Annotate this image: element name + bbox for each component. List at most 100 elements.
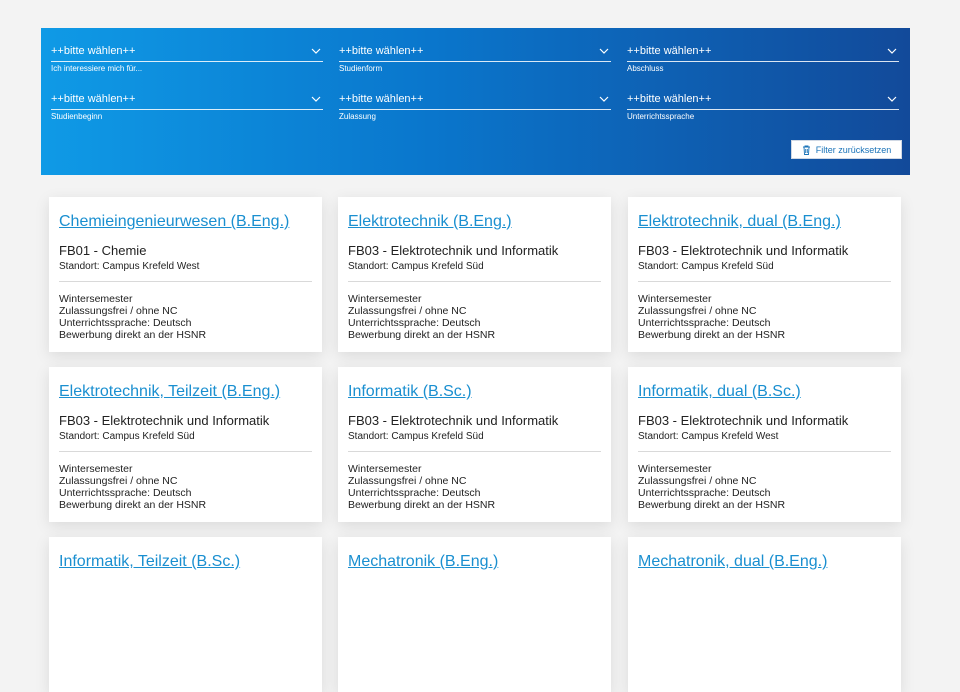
study-form-label: Studienform xyxy=(339,64,383,73)
degree-select[interactable]: ++bitte wählen++ xyxy=(627,28,899,62)
interest-select[interactable]: ++bitte wählen++ xyxy=(51,28,323,62)
chevron-down-icon xyxy=(887,48,897,54)
program-details: Wintersemester Zulassungsfrei / ohne NC … xyxy=(59,463,206,511)
program-admission: Zulassungsfrei / ohne NC xyxy=(59,475,178,487)
interest-label: Ich interessiere mich für... xyxy=(51,64,143,73)
program-semester: Wintersemester xyxy=(348,463,422,475)
program-details: Wintersemester Zulassungsfrei / ohne NC … xyxy=(638,463,785,511)
study-form-select-value: ++bitte wählen++ xyxy=(339,45,424,57)
program-admission: Zulassungsfrei / ohne NC xyxy=(348,475,467,487)
program-application: Bewerbung direkt an der HSNR xyxy=(638,499,786,511)
program-title-link[interactable]: Informatik (B.Sc.) xyxy=(348,383,472,401)
program-language: Unterrichtssprache: Deutsch xyxy=(59,487,192,499)
program-location: Standort: Campus Krefeld West xyxy=(59,261,200,272)
filter-start: ++bitte wählen++ Studienbeginn xyxy=(51,92,323,122)
program-card: Elektrotechnik, dual (B.Eng.) FB03 - Ele… xyxy=(628,197,901,352)
chevron-down-icon xyxy=(311,96,321,102)
program-admission: Zulassungsfrei / ohne NC xyxy=(59,305,178,317)
card-divider xyxy=(348,451,601,452)
program-card: Informatik (B.Sc.) FB03 - Elektrotechnik… xyxy=(338,367,611,522)
program-faculty: FB03 - Elektrotechnik und Informatik xyxy=(348,243,559,258)
degree-select-value: ++bitte wählen++ xyxy=(627,45,712,57)
program-title-link[interactable]: Mechatronik, dual (B.Eng.) xyxy=(638,553,827,571)
program-language: Unterrichtssprache: Deutsch xyxy=(638,487,771,499)
program-semester: Wintersemester xyxy=(59,463,133,475)
program-title-link[interactable]: Informatik, Teilzeit (B.Sc.) xyxy=(59,553,240,571)
program-semester: Wintersemester xyxy=(348,293,422,305)
interest-select-value: ++bitte wählen++ xyxy=(51,45,136,57)
program-location: Standort: Campus Krefeld Süd xyxy=(348,261,484,272)
program-details: Wintersemester Zulassungsfrei / ohne NC … xyxy=(638,293,785,341)
admission-select[interactable]: ++bitte wählen++ xyxy=(339,76,611,110)
card-divider xyxy=(59,281,312,282)
program-details: Wintersemester Zulassungsfrei / ohne NC … xyxy=(348,463,495,511)
start-select-value: ++bitte wählen++ xyxy=(51,93,136,105)
program-card: Elektrotechnik, Teilzeit (B.Eng.) FB03 -… xyxy=(49,367,322,522)
filter-study-form: ++bitte wählen++ Studienform xyxy=(339,44,611,74)
admission-label: Zulassung xyxy=(339,112,376,121)
program-location: Standort: Campus Krefeld Süd xyxy=(59,431,195,442)
language-select[interactable]: ++bitte wählen++ xyxy=(627,76,899,110)
program-application: Bewerbung direkt an der HSNR xyxy=(348,329,496,341)
program-card: Mechatronik (B.Eng.) xyxy=(338,537,611,692)
program-details: Wintersemester Zulassungsfrei / ohne NC … xyxy=(348,293,495,341)
program-admission: Zulassungsfrei / ohne NC xyxy=(348,305,467,317)
chevron-down-icon xyxy=(599,96,609,102)
reset-filters-button[interactable]: Filter zurücksetzen xyxy=(791,140,902,159)
program-card: Mechatronik, dual (B.Eng.) xyxy=(628,537,901,692)
program-semester: Wintersemester xyxy=(638,463,712,475)
filter-language: ++bitte wählen++ Unterrichtssprache xyxy=(627,92,899,122)
admission-select-value: ++bitte wählen++ xyxy=(339,93,424,105)
filter-panel: ++bitte wählen++ Ich interessiere mich f… xyxy=(41,28,910,175)
filter-admission: ++bitte wählen++ Zulassung xyxy=(339,92,611,122)
program-application: Bewerbung direkt an der HSNR xyxy=(348,499,496,511)
program-application: Bewerbung direkt an der HSNR xyxy=(59,499,207,511)
filter-degree: ++bitte wählen++ Abschluss xyxy=(627,44,899,74)
start-label: Studienbeginn xyxy=(51,112,103,121)
program-language: Unterrichtssprache: Deutsch xyxy=(59,317,192,329)
chevron-down-icon xyxy=(599,48,609,54)
program-location: Standort: Campus Krefeld Süd xyxy=(348,431,484,442)
program-details: Wintersemester Zulassungsfrei / ohne NC … xyxy=(59,293,206,341)
program-faculty: FB03 - Elektrotechnik und Informatik xyxy=(348,413,559,428)
program-title-link[interactable]: Chemieingenieurwesen (B.Eng.) xyxy=(59,213,289,231)
program-card: Informatik, dual (B.Sc.) FB03 - Elektrot… xyxy=(628,367,901,522)
program-title-link[interactable]: Elektrotechnik (B.Eng.) xyxy=(348,213,512,231)
program-language: Unterrichtssprache: Deutsch xyxy=(348,487,481,499)
program-card: Elektrotechnik (B.Eng.) FB03 - Elektrote… xyxy=(338,197,611,352)
study-form-select[interactable]: ++bitte wählen++ xyxy=(339,28,611,62)
program-card: Informatik, Teilzeit (B.Sc.) xyxy=(49,537,322,692)
start-select[interactable]: ++bitte wählen++ xyxy=(51,76,323,110)
language-select-value: ++bitte wählen++ xyxy=(627,93,712,105)
program-location: Standort: Campus Krefeld West xyxy=(638,431,779,442)
program-faculty: FB03 - Elektrotechnik und Informatik xyxy=(638,243,849,258)
program-faculty: FB01 - Chemie xyxy=(59,243,147,258)
program-card: Chemieingenieurwesen (B.Eng.) FB01 - Che… xyxy=(49,197,322,352)
language-label: Unterrichtssprache xyxy=(627,112,695,121)
program-application: Bewerbung direkt an der HSNR xyxy=(59,329,207,341)
program-semester: Wintersemester xyxy=(59,293,133,305)
program-application: Bewerbung direkt an der HSNR xyxy=(638,329,786,341)
card-divider xyxy=(59,451,312,452)
program-title-link[interactable]: Elektrotechnik, Teilzeit (B.Eng.) xyxy=(59,383,280,401)
program-language: Unterrichtssprache: Deutsch xyxy=(348,317,481,329)
program-location: Standort: Campus Krefeld Süd xyxy=(638,261,774,272)
program-faculty: FB03 - Elektrotechnik und Informatik xyxy=(59,413,270,428)
program-language: Unterrichtssprache: Deutsch xyxy=(638,317,771,329)
filter-interest: ++bitte wählen++ Ich interessiere mich f… xyxy=(51,44,323,74)
degree-label: Abschluss xyxy=(627,64,664,73)
chevron-down-icon xyxy=(887,96,897,102)
reset-filters-label: Filter zurücksetzen xyxy=(815,144,892,155)
program-title-link[interactable]: Mechatronik (B.Eng.) xyxy=(348,553,498,571)
card-divider xyxy=(638,451,891,452)
chevron-down-icon xyxy=(311,48,321,54)
program-admission: Zulassungsfrei / ohne NC xyxy=(638,305,757,317)
program-title-link[interactable]: Informatik, dual (B.Sc.) xyxy=(638,383,801,401)
card-divider xyxy=(348,281,601,282)
program-semester: Wintersemester xyxy=(638,293,712,305)
card-divider xyxy=(638,281,891,282)
program-title-link[interactable]: Elektrotechnik, dual (B.Eng.) xyxy=(638,213,841,231)
trash-icon xyxy=(802,145,810,155)
program-faculty: FB03 - Elektrotechnik und Informatik xyxy=(638,413,849,428)
program-admission: Zulassungsfrei / ohne NC xyxy=(638,475,757,487)
